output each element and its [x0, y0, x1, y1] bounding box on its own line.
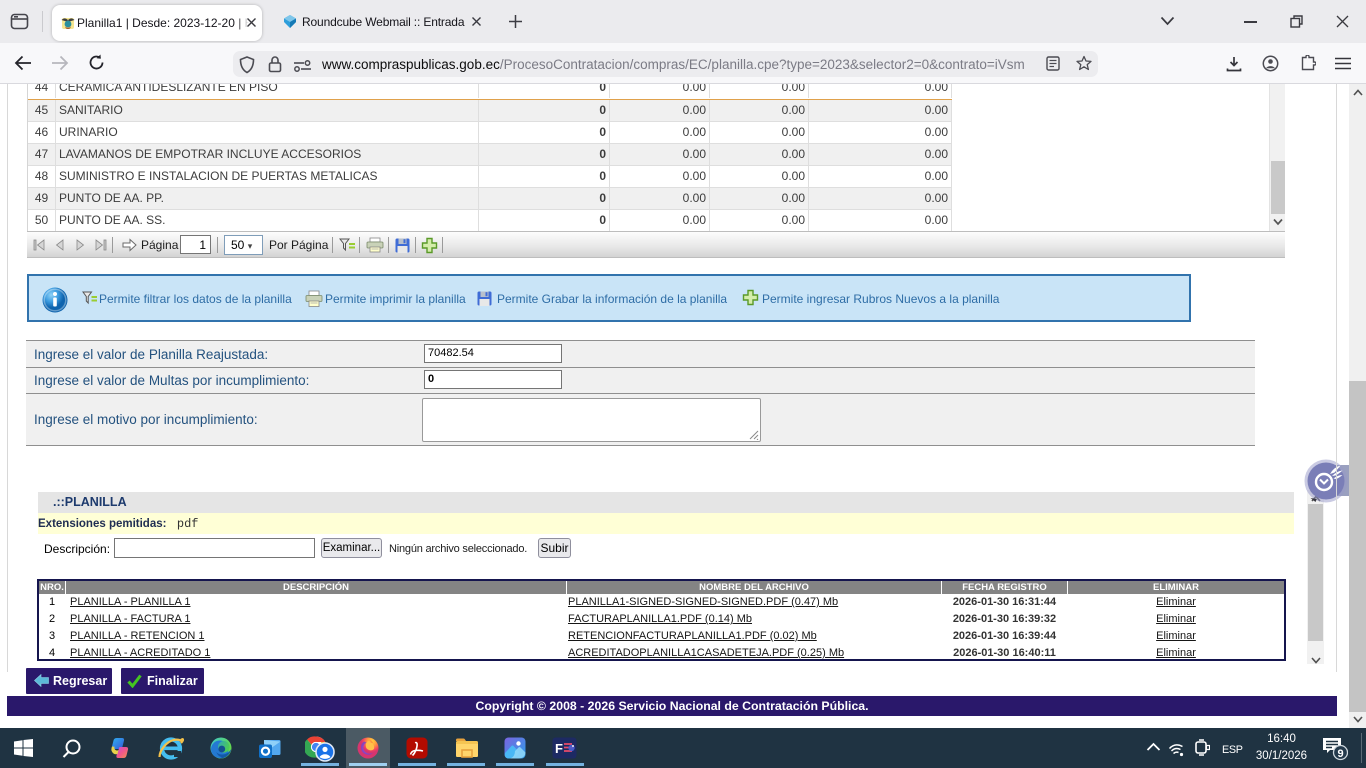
svg-text:F: F [555, 741, 563, 756]
svg-text:9: 9 [1338, 748, 1344, 760]
